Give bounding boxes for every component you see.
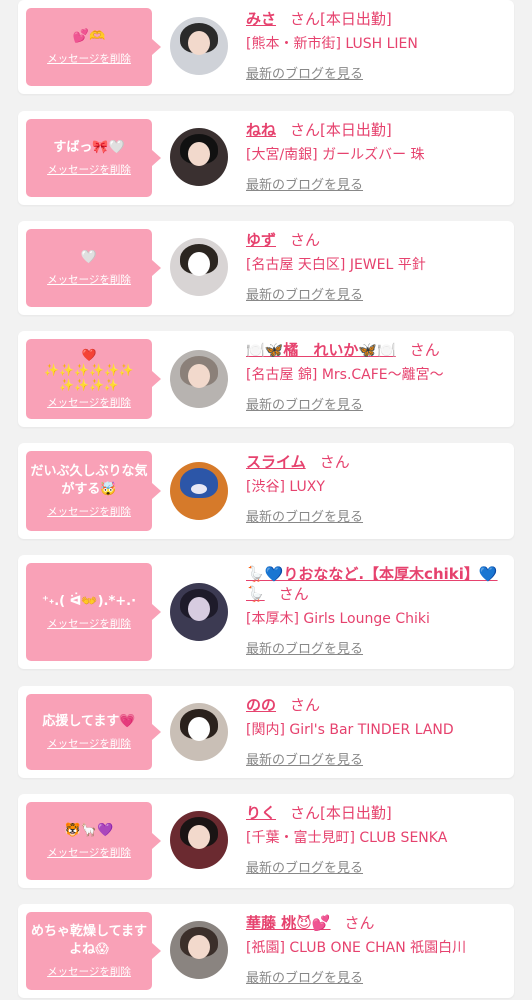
message-text: だいぶ久しぶりな気がする🤯 xyxy=(30,464,148,497)
message-text: めちゃ乾燥してますよね😱 xyxy=(31,924,147,957)
latest-blog-link[interactable]: 最新のブログを見る xyxy=(246,749,506,768)
profile-info: スライム さん [渋谷] LUXY 最新のブログを見る xyxy=(246,452,506,525)
delete-message-link[interactable]: メッセージを削除 xyxy=(47,736,131,751)
shop-name: [名古屋 錦] Mrs.CAFE〜離宮〜 xyxy=(246,367,444,383)
shop-name: [千葉・富士見町] CLUB SENKA xyxy=(246,830,448,846)
list-item: すばっ🎀🤍 メッセージを削除 ねね さん[本日出勤] [大宮/南銀] ガールズバー… xyxy=(18,111,514,205)
honorific: さん xyxy=(319,453,350,471)
honorific: さん xyxy=(290,121,321,139)
delete-message-link[interactable]: メッセージを削除 xyxy=(47,272,131,287)
latest-blog-link[interactable]: 最新のブログを見る xyxy=(246,63,506,82)
message-bubble: ❤️ ✨✨✨✨✨✨ ✨✨✨✨ メッセージを削除 xyxy=(26,339,161,419)
shop-name: [本厚木] Girls Lounge Chiki xyxy=(246,611,430,627)
profile-info: 🪿💙りおななど.【本厚木chiki】💙🪿 さん [本厚木] Girls Loung… xyxy=(246,564,506,657)
delete-message-link[interactable]: メッセージを削除 xyxy=(47,504,131,519)
list-item: 🐯🦙💜 メッセージを削除 りく さん[本日出勤] [千葉・富士見町] CLUB S… xyxy=(18,794,514,888)
status-badge: [本日出勤] xyxy=(320,10,392,28)
profile-info: ゆず さん [名古屋 天白区] JEWEL 平針 最新のブログを見る xyxy=(246,230,506,303)
latest-blog-link[interactable]: 最新のブログを見る xyxy=(246,174,506,193)
honorific: さん xyxy=(344,914,375,932)
avatar[interactable] xyxy=(170,583,228,641)
message-text: ⁺˖.( ᐛ👐).*+.· xyxy=(41,594,137,609)
delete-message-link[interactable]: メッセージを削除 xyxy=(47,51,131,66)
message-text: 💕🫶 xyxy=(72,29,106,44)
message-bubble: めちゃ乾燥してますよね😱 メッセージを削除 xyxy=(26,912,161,990)
list-item: 💕🫶 メッセージを削除 みさ さん[本日出勤] [熊本・新市街] LUSH LIE… xyxy=(18,0,514,94)
avatar[interactable] xyxy=(170,811,228,869)
status-badge: [本日出勤] xyxy=(320,121,392,139)
avatar[interactable] xyxy=(170,17,228,75)
list-item: ⁺˖.( ᐛ👐).*+.· メッセージを削除 🪿💙りおななど.【本厚木chiki… xyxy=(18,555,514,669)
honorific: さん xyxy=(290,231,321,249)
shop-name: [関内] Girl's Bar TINDER LAND xyxy=(246,722,454,738)
message-bubble: だいぶ久しぶりな気がする🤯 メッセージを削除 xyxy=(26,451,161,531)
cast-name-link[interactable]: 🍽️🦋橘 れいか🦋🍽️ xyxy=(246,341,396,359)
latest-blog-link[interactable]: 最新のブログを見る xyxy=(246,638,506,657)
message-text: 応援してます💗 xyxy=(42,714,136,729)
message-list: 💕🫶 メッセージを削除 みさ さん[本日出勤] [熊本・新市街] LUSH LIE… xyxy=(0,0,532,1000)
profile-info: ねね さん[本日出勤] [大宮/南銀] ガールズバー 珠 最新のブログを見る xyxy=(246,120,506,193)
cast-name-link[interactable]: みさ xyxy=(246,10,276,28)
honorific: さん xyxy=(290,10,321,28)
shop-name: [名古屋 天白区] JEWEL 平針 xyxy=(246,257,426,273)
avatar[interactable] xyxy=(170,238,228,296)
delete-message-link[interactable]: メッセージを削除 xyxy=(47,162,131,177)
delete-message-link[interactable]: メッセージを削除 xyxy=(47,845,131,860)
cast-name-link[interactable]: りく xyxy=(246,804,276,822)
message-bubble: ⁺˖.( ᐛ👐).*+.· メッセージを削除 xyxy=(26,563,161,661)
latest-blog-link[interactable]: 最新のブログを見る xyxy=(246,857,506,876)
cast-name-link[interactable]: ゆず xyxy=(246,231,276,249)
list-item: めちゃ乾燥してますよね😱 メッセージを削除 華藤 桃😈💕 さん [祇園] CLUB… xyxy=(18,904,514,998)
profile-info: 🍽️🦋橘 れいか🦋🍽️ さん [名古屋 錦] Mrs.CAFE〜離宮〜 最新のブロ… xyxy=(246,340,506,413)
profile-info: 華藤 桃😈💕 さん [祇園] CLUB ONE CHAN 祇園白川 最新のブログを… xyxy=(246,913,506,986)
latest-blog-link[interactable]: 最新のブログを見る xyxy=(246,506,506,525)
message-text: すばっ🎀🤍 xyxy=(53,140,125,155)
profile-info: みさ さん[本日出勤] [熊本・新市街] LUSH LIEN 最新のブログを見る xyxy=(246,9,506,82)
honorific: さん xyxy=(278,585,309,603)
message-bubble: 💕🫶 メッセージを削除 xyxy=(26,8,161,86)
avatar[interactable] xyxy=(170,128,228,186)
list-item: だいぶ久しぶりな気がする🤯 メッセージを削除 スライム さん [渋谷] LUXY … xyxy=(18,443,514,539)
shop-name: [熊本・新市街] LUSH LIEN xyxy=(246,36,418,52)
avatar[interactable] xyxy=(170,703,228,761)
honorific: さん xyxy=(290,804,321,822)
delete-message-link[interactable]: メッセージを削除 xyxy=(47,616,131,631)
profile-info: のの さん [関内] Girl's Bar TINDER LAND 最新のブログを… xyxy=(246,695,506,768)
cast-name-link[interactable]: のの xyxy=(246,696,276,714)
latest-blog-link[interactable]: 最新のブログを見る xyxy=(246,284,506,303)
avatar[interactable] xyxy=(170,462,228,520)
cast-name-link[interactable]: 華藤 桃😈💕 xyxy=(246,914,331,932)
message-text: 🤍 xyxy=(80,250,98,265)
message-bubble: すばっ🎀🤍 メッセージを削除 xyxy=(26,119,161,197)
profile-info: りく さん[本日出勤] [千葉・富士見町] CLUB SENKA 最新のブログを見… xyxy=(246,803,506,876)
shop-name: [祇園] CLUB ONE CHAN 祇園白川 xyxy=(246,940,467,956)
latest-blog-link[interactable]: 最新のブログを見る xyxy=(246,394,506,413)
shop-name: [大宮/南銀] ガールズバー 珠 xyxy=(246,147,425,163)
status-badge: [本日出勤] xyxy=(320,804,392,822)
list-item: 🤍 メッセージを削除 ゆず さん [名古屋 天白区] JEWEL 平針 最新のブロ… xyxy=(18,221,514,315)
delete-message-link[interactable]: メッセージを削除 xyxy=(47,964,131,979)
cast-name-link[interactable]: ねね xyxy=(246,121,276,139)
message-text: ❤️ ✨✨✨✨✨✨ ✨✨✨✨ xyxy=(44,348,134,392)
honorific: さん xyxy=(290,696,321,714)
cast-name-link[interactable]: スライム xyxy=(246,453,306,471)
delete-message-link[interactable]: メッセージを削除 xyxy=(47,395,131,410)
message-bubble: 応援してます💗 メッセージを削除 xyxy=(26,694,161,770)
honorific: さん xyxy=(409,341,440,359)
list-item: ❤️ ✨✨✨✨✨✨ ✨✨✨✨ メッセージを削除 🍽️🦋橘 れいか🦋🍽️ さん [名… xyxy=(18,331,514,427)
shop-name: [渋谷] LUXY xyxy=(246,479,325,495)
avatar[interactable] xyxy=(170,921,228,979)
list-item: 応援してます💗 メッセージを削除 のの さん [関内] Girl's Bar TI… xyxy=(18,686,514,778)
latest-blog-link[interactable]: 最新のブログを見る xyxy=(246,967,506,986)
message-bubble: 🐯🦙💜 メッセージを削除 xyxy=(26,802,161,880)
message-bubble: 🤍 メッセージを削除 xyxy=(26,229,161,307)
message-text: 🐯🦙💜 xyxy=(64,823,114,838)
avatar[interactable] xyxy=(170,350,228,408)
